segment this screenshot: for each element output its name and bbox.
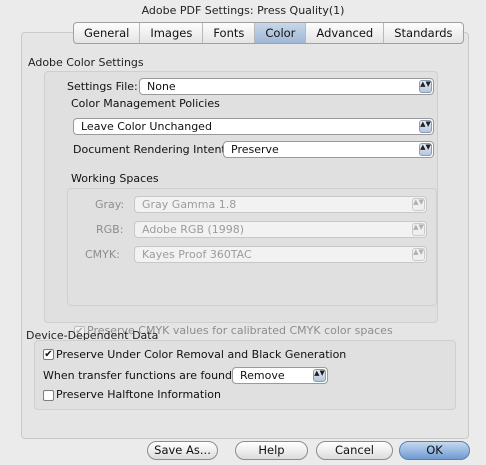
transfer-functions-label: When transfer functions are found: — [43, 369, 236, 382]
gray-profile-popup[interactable]: Gray Gamma 1.8 ▲▼ — [134, 196, 427, 213]
device-data-group: ✔ Preserve Under Color Removal and Black… — [34, 340, 456, 410]
settings-file-label: Settings File: — [67, 80, 138, 93]
cancel-button[interactable]: Cancel — [316, 441, 393, 460]
chevron-updown-icon: ▲▼ — [419, 80, 432, 93]
preserve-ucr-checkbox[interactable]: ✔ — [43, 349, 54, 360]
preserve-halftone-label: Preserve Halftone Information — [56, 388, 221, 401]
working-spaces-group: Gray: Gray Gamma 1.8 ▲▼ RGB: Adobe RGB (… — [67, 188, 437, 306]
color-settings-group: Settings File: None ▲▼ Color Management … — [44, 71, 438, 337]
chevron-updown-icon: ▲▼ — [412, 248, 425, 261]
tab-general[interactable]: General — [74, 23, 141, 43]
chevron-updown-icon: ▲▼ — [313, 369, 326, 382]
rendering-intent-label: Document Rendering Intent: — [73, 143, 230, 156]
tab-standards[interactable]: Standards — [384, 23, 462, 43]
pdf-settings-dialog: Adobe PDF Settings: Press Quality(1) Ado… — [0, 0, 486, 465]
preserve-halftone-checkbox[interactable] — [43, 390, 54, 401]
settings-file-value: None — [147, 80, 176, 93]
color-policy-value: Leave Color Unchanged — [81, 120, 212, 133]
cmyk-profile-popup[interactable]: Kayes Proof 360TAC ▲▼ — [134, 246, 427, 263]
tab-fonts[interactable]: Fonts — [203, 23, 256, 43]
gray-label: Gray: — [95, 198, 125, 211]
transfer-functions-popup[interactable]: Remove ▲▼ — [232, 367, 328, 384]
color-settings-section-label: Adobe Color Settings — [28, 56, 144, 69]
transfer-functions-value: Remove — [240, 369, 285, 382]
rgb-profile-value: Adobe RGB (1998) — [142, 223, 245, 236]
preserve-ucr-label: Preserve Under Color Removal and Black G… — [56, 348, 347, 361]
tab-advanced[interactable]: Advanced — [306, 23, 385, 43]
color-policy-popup[interactable]: Leave Color Unchanged ▲▼ — [73, 118, 434, 135]
color-tab-panel: Adobe Color Settings Settings File: None… — [21, 32, 469, 439]
color-management-policies-label: Color Management Policies — [71, 97, 220, 110]
ok-button[interactable]: OK — [399, 441, 470, 460]
chevron-updown-icon: ▲▼ — [419, 120, 432, 133]
tab-images[interactable]: Images — [140, 23, 204, 43]
help-button[interactable]: Help — [235, 441, 308, 460]
window-title: Adobe PDF Settings: Press Quality(1) — [141, 4, 345, 17]
cmyk-profile-value: Kayes Proof 360TAC — [142, 248, 252, 261]
working-spaces-label: Working Spaces — [71, 172, 159, 185]
rgb-profile-popup[interactable]: Adobe RGB (1998) ▲▼ — [134, 221, 427, 238]
rendering-intent-value: Preserve — [231, 143, 279, 156]
save-as-button[interactable]: Save As... — [147, 441, 218, 460]
rendering-intent-popup[interactable]: Preserve ▲▼ — [223, 141, 434, 158]
chevron-updown-icon: ▲▼ — [412, 198, 425, 211]
tab-color[interactable]: Color — [255, 23, 307, 43]
rgb-label: RGB: — [96, 223, 124, 236]
cmyk-label: CMYK: — [85, 248, 120, 261]
settings-tab-bar: General Images Fonts Color Advanced Stan… — [73, 22, 464, 44]
chevron-updown-icon: ▲▼ — [419, 143, 432, 156]
settings-file-popup[interactable]: None ▲▼ — [139, 78, 434, 95]
chevron-updown-icon: ▲▼ — [412, 223, 425, 236]
gray-profile-value: Gray Gamma 1.8 — [142, 198, 237, 211]
